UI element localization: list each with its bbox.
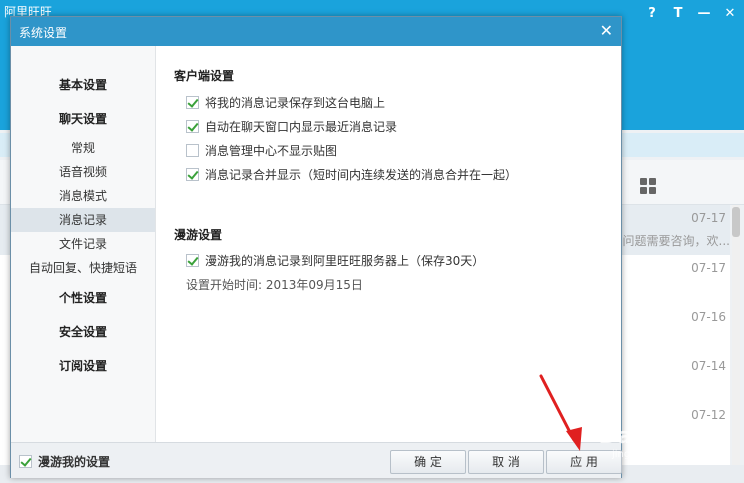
option-hide-stickers[interactable]: 消息管理中心不显示贴图 (186, 142, 337, 159)
option-label: 自动在聊天窗口内显示最近消息记录 (205, 120, 398, 134)
nav-voice-video[interactable]: 语音视频 (11, 160, 155, 184)
dialog-footer: 漫游我的设置 确 定 取 消 应 用 (11, 442, 622, 478)
roam-my-settings[interactable]: 漫游我的设置 (19, 453, 110, 470)
dialog-title: 系统设置 (19, 26, 68, 40)
option-label: 消息记录合并显示（短时间内连续发送的消息合并在一起） (205, 168, 518, 182)
client-settings-title: 客户端设置 (174, 69, 235, 83)
settings-nav: 基本设置 聊天设置 常规 语音视频 消息模式 消息记录 文件记录 自动回复、快捷… (11, 46, 156, 442)
list-item-date: 07-14 (691, 359, 726, 373)
close-icon[interactable]: ✕ (722, 6, 738, 22)
checkbox[interactable] (186, 144, 199, 157)
roaming-start-time: 设置开始时间: 2013年09月15日 (186, 278, 363, 292)
list-scrollbar[interactable] (732, 205, 740, 465)
list-item-date: 07-17 (691, 261, 726, 275)
main-window-controls: ? T — ✕ (644, 6, 738, 22)
checkbox[interactable] (19, 455, 32, 468)
option-label: 将我的消息记录保存到这台电脑上 (205, 96, 386, 110)
checkbox[interactable] (186, 120, 199, 133)
minimize-icon[interactable]: — (696, 6, 712, 22)
option-roam-history[interactable]: 漫游我的消息记录到阿里旺旺服务器上（保存30天） (186, 252, 484, 269)
roam-my-settings-label: 漫游我的设置 (38, 455, 111, 469)
nav-personal-settings[interactable]: 个性设置 (11, 286, 155, 310)
scrollbar-thumb[interactable] (732, 207, 740, 237)
option-merge-messages[interactable]: 消息记录合并显示（短时间内连续发送的消息合并在一起） (186, 166, 517, 183)
system-settings-dialog: 系统设置 ✕ 基本设置 聊天设置 常规 语音视频 消息模式 消息记录 文件记录 … (10, 16, 622, 478)
help-icon[interactable]: ? (644, 6, 660, 22)
nav-security-settings[interactable]: 安全设置 (11, 320, 155, 344)
checkbox[interactable] (186, 96, 199, 109)
baidu-watermark: Baidu经验 (600, 424, 722, 449)
list-item-date: 07-16 (691, 310, 726, 324)
ok-button[interactable]: 确 定 (390, 450, 466, 474)
nav-message-mode[interactable]: 消息模式 (11, 184, 155, 208)
skin-icon[interactable]: T (670, 6, 686, 22)
nav-general[interactable]: 常规 (11, 136, 155, 160)
option-show-recent-history[interactable]: 自动在聊天窗口内显示最近消息记录 (186, 118, 397, 135)
option-save-history-local[interactable]: 将我的消息记录保存到这台电脑上 (186, 94, 385, 111)
apply-button[interactable]: 应 用 (546, 450, 622, 474)
option-label: 消息管理中心不显示贴图 (205, 144, 338, 158)
roaming-settings-title: 漫游设置 (174, 228, 223, 242)
nav-auto-reply[interactable]: 自动回复、快捷短语 (11, 256, 155, 280)
nav-subscription-settings[interactable]: 订阅设置 (11, 354, 155, 378)
list-item-snippet: 有问题需要咨询，欢... (610, 234, 730, 248)
dialog-title-bar: 系统设置 ✕ (11, 17, 621, 46)
baidu-watermark-url: jingyan.baidu.com (612, 449, 705, 460)
nav-chat-settings[interactable]: 聊天设置 (11, 107, 155, 131)
checkbox[interactable] (186, 168, 199, 181)
apps-grid-icon[interactable] (640, 178, 656, 194)
nav-message-history[interactable]: 消息记录 (11, 208, 155, 232)
list-item-date: 07-17 (691, 211, 726, 225)
dialog-close-icon[interactable]: ✕ (600, 21, 613, 40)
option-label: 漫游我的消息记录到阿里旺旺服务器上（保存30天） (205, 254, 485, 268)
settings-content: 客户端设置 将我的消息记录保存到这台电脑上 自动在聊天窗口内显示最近消息记录 消… (156, 46, 621, 442)
nav-file-history[interactable]: 文件记录 (11, 232, 155, 256)
nav-basic-settings[interactable]: 基本设置 (11, 73, 155, 97)
cancel-button[interactable]: 取 消 (468, 450, 544, 474)
checkbox[interactable] (186, 254, 199, 267)
